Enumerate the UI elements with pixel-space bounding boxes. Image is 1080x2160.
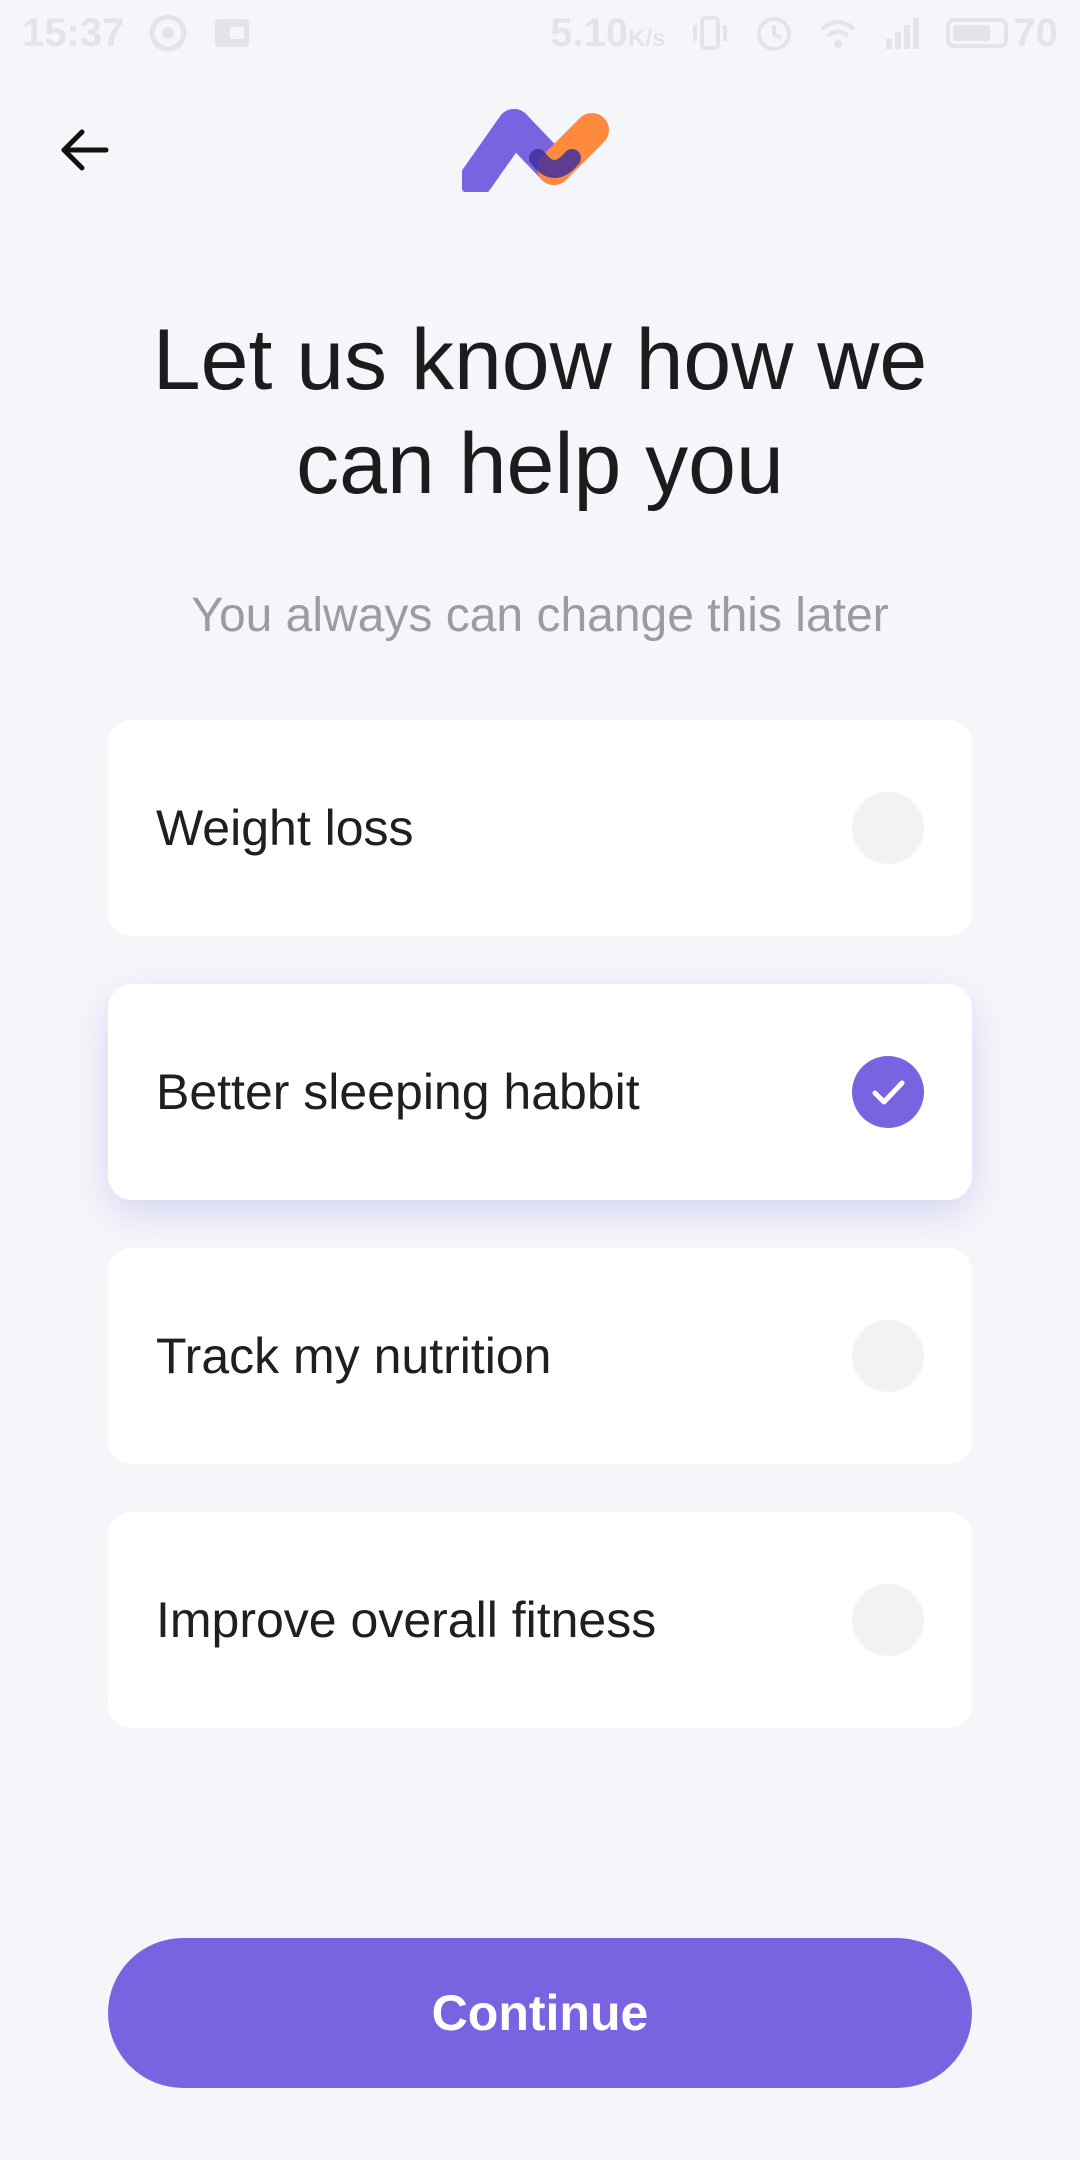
status-left: 15:37 — [22, 11, 252, 56]
back-button[interactable] — [48, 114, 120, 186]
checkmark-icon — [872, 1080, 905, 1105]
app-logo — [459, 106, 618, 197]
radio-checked-icon[interactable] — [852, 1056, 924, 1128]
arrow-left-icon — [61, 129, 109, 171]
page-subtitle: You always can change this later — [191, 589, 889, 642]
option-label: Track my nutrition — [156, 1328, 552, 1384]
option-improve-overall-fitness[interactable]: Improve overall fitness — [108, 1512, 972, 1728]
title-line-2: can help you — [296, 416, 784, 512]
options-list: Weight loss Better sleeping habbit Track… — [108, 720, 972, 1776]
title-line-1: Let us know how we — [152, 312, 928, 408]
alarm-icon — [754, 13, 794, 53]
page-title: Let us know how we can help you — [80, 308, 1000, 516]
option-label: Improve overall fitness — [156, 1592, 657, 1648]
option-weight-loss[interactable]: Weight loss — [108, 720, 972, 936]
radio-unchecked-icon[interactable] — [852, 1320, 924, 1392]
status-bar: 15:37 5.10K/s 70 — [0, 0, 1080, 66]
option-better-sleeping-habbit[interactable]: Better sleeping habbit — [108, 984, 972, 1200]
option-label: Weight loss — [156, 800, 414, 856]
battery-icon: 70 — [945, 10, 1059, 56]
image-icon — [212, 13, 252, 53]
signal-icon — [882, 13, 922, 53]
status-time: 15:37 — [22, 10, 125, 55]
battery-level: 70 — [1013, 10, 1059, 55]
option-label: Better sleeping habbit — [156, 1064, 640, 1120]
notification-icon — [148, 13, 188, 53]
radio-unchecked-icon[interactable] — [852, 792, 924, 864]
status-right: 5.10K/s 70 — [550, 11, 1058, 56]
vibrate-icon — [690, 13, 730, 53]
continue-button[interactable]: Continue — [108, 1938, 972, 2088]
radio-unchecked-icon[interactable] — [852, 1584, 924, 1656]
network-speed: 5.10K/s — [550, 10, 666, 55]
option-track-my-nutrition[interactable]: Track my nutrition — [108, 1248, 972, 1464]
wifi-icon — [818, 13, 858, 53]
